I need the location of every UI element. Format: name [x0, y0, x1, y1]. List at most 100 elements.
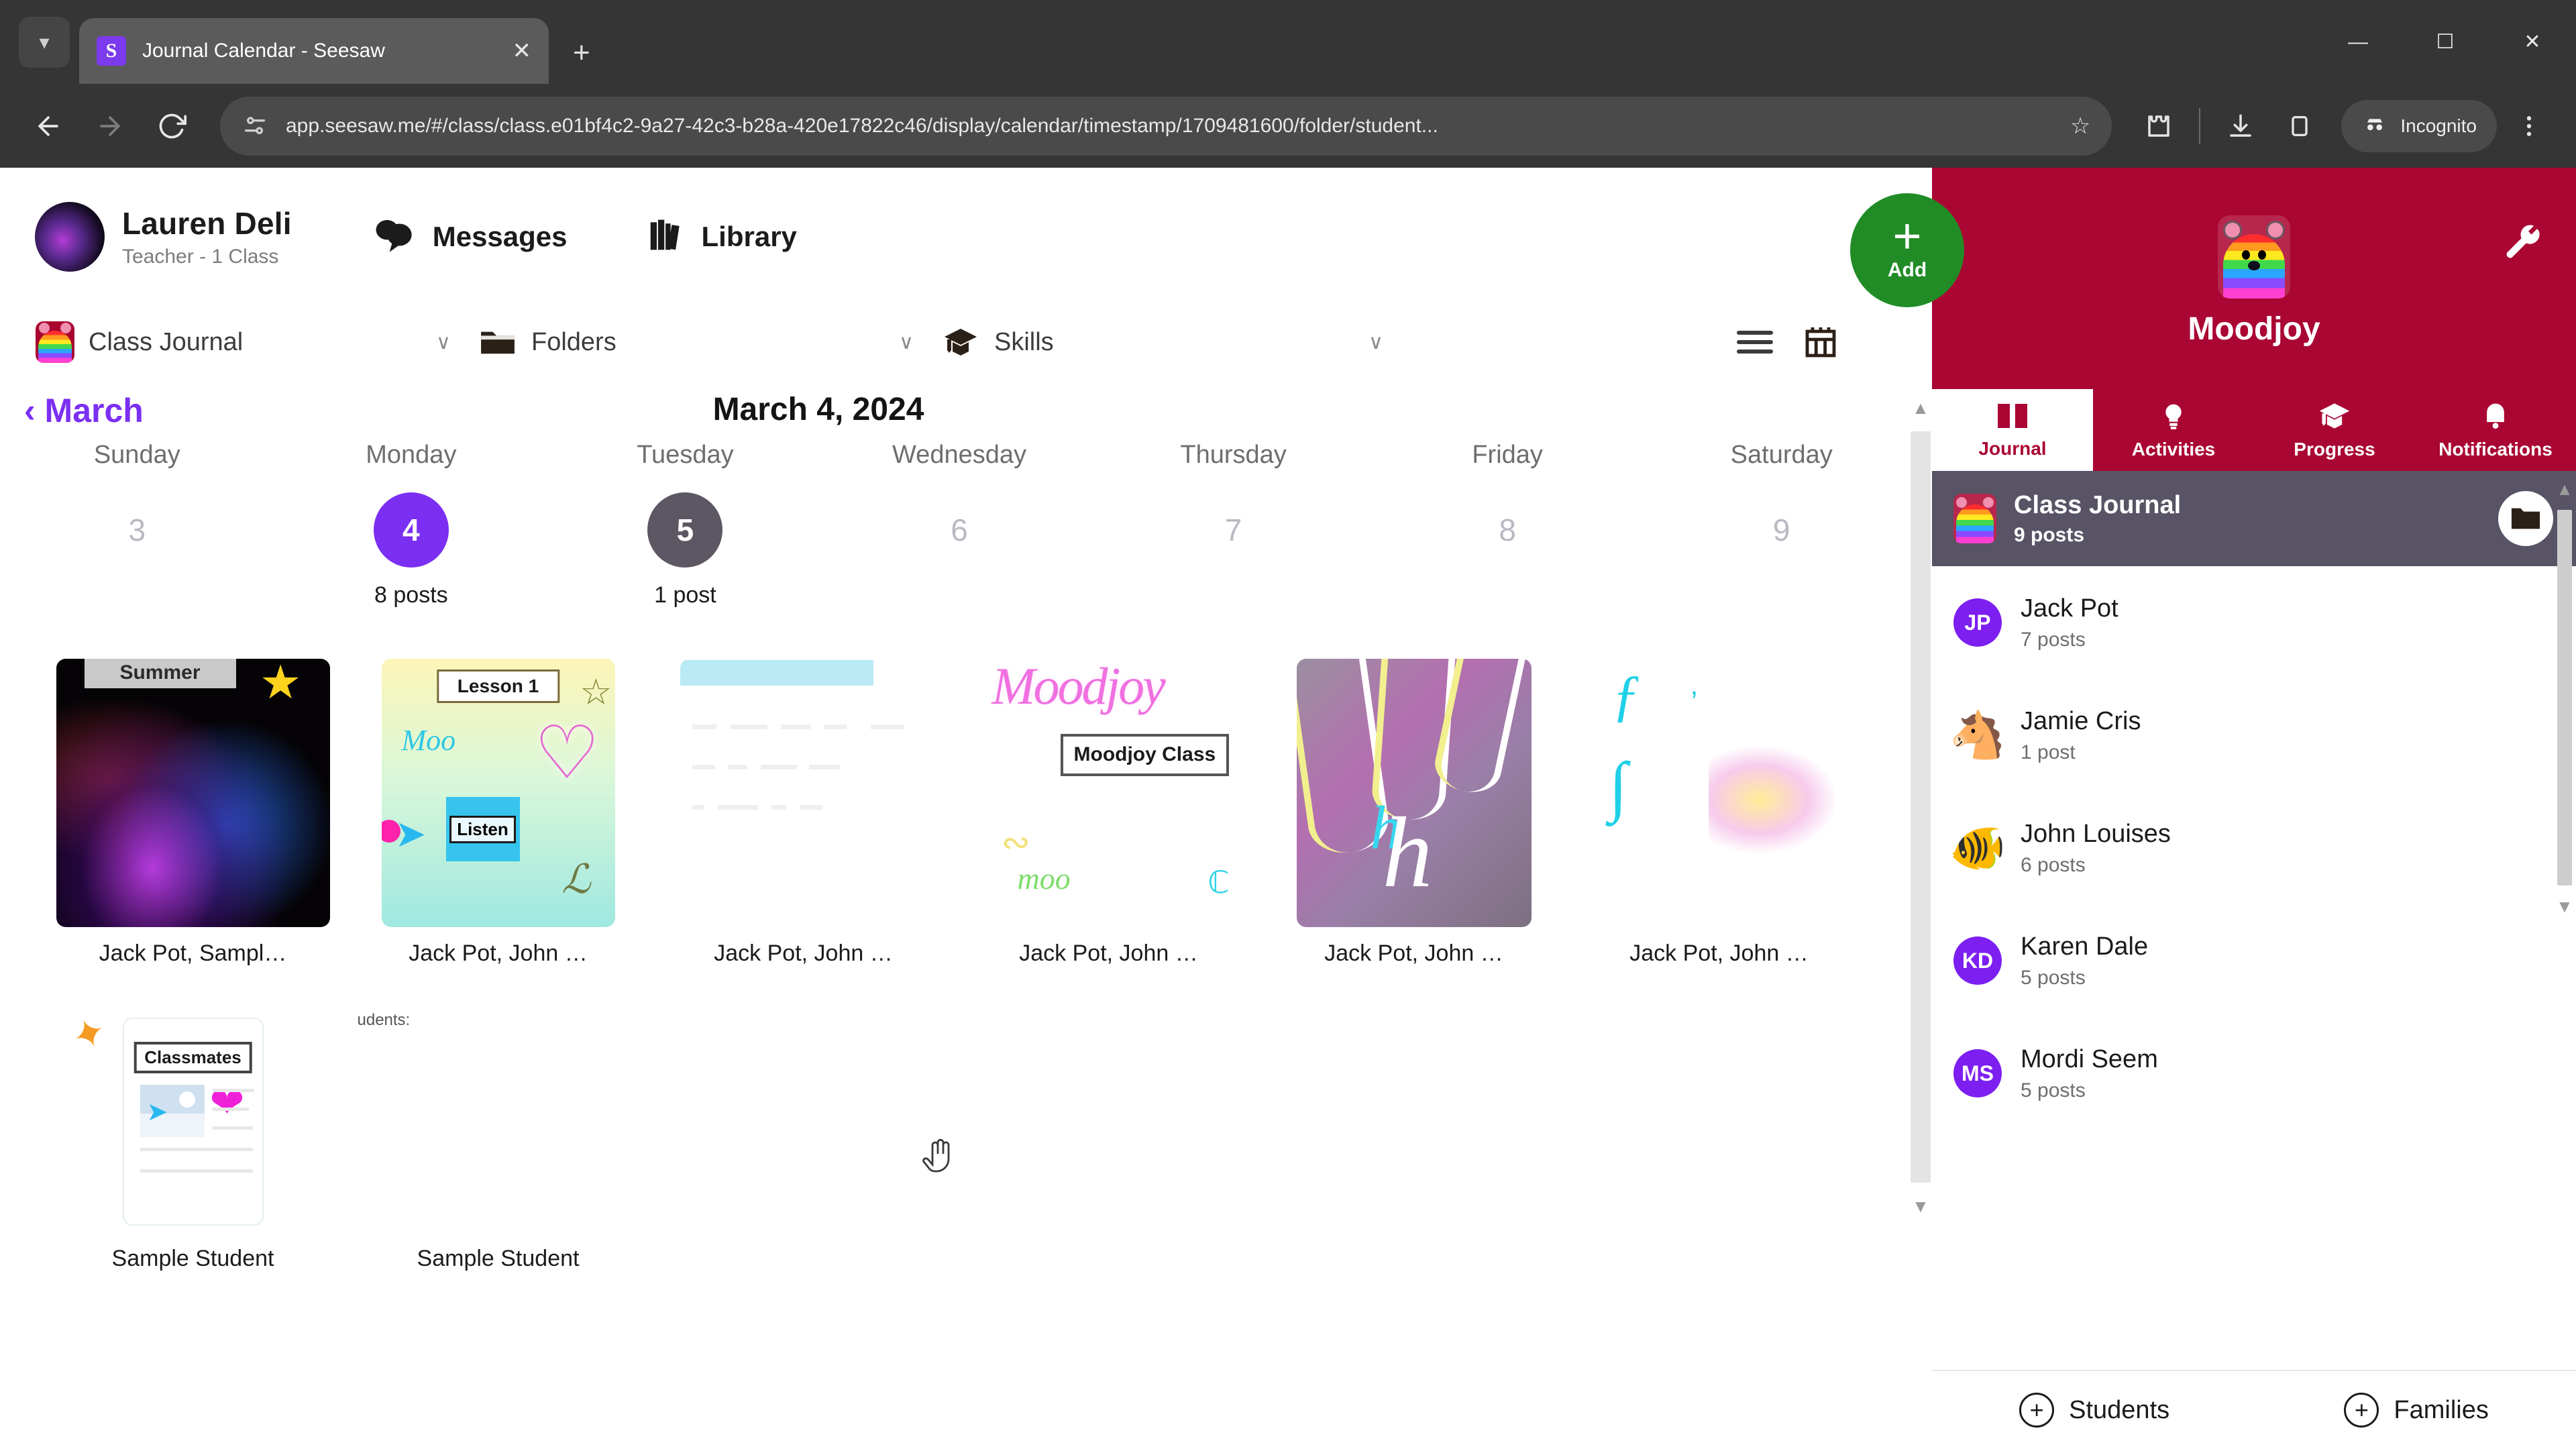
close-icon[interactable]: ✕: [513, 40, 532, 62]
post-card[interactable]: Classmates ➤ ❤ ✦ Sample Student: [40, 1007, 345, 1272]
scroll-up-arrow-icon[interactable]: ▲: [1912, 399, 1929, 417]
calendar-day[interactable]: 6: [822, 492, 1097, 612]
address-bar[interactable]: app.seesaw.me/#/class/class.e01bf4c2-9a2…: [220, 96, 2112, 156]
post-thumbnail[interactable]: [680, 659, 927, 927]
view-toggle-group: [1734, 321, 1932, 363]
list-item[interactable]: 🐴 Jamie Cris 1 post: [1932, 679, 2576, 792]
teacher-info[interactable]: Lauren Deli Teacher - 1 Class: [122, 205, 292, 268]
filter-folders[interactable]: Folders ∨: [478, 305, 941, 379]
library-link[interactable]: Library: [648, 217, 797, 256]
downloads-icon[interactable]: [2214, 99, 2267, 153]
post-card[interactable]: udents: Sample Student: [345, 1011, 651, 1272]
incognito-indicator[interactable]: Incognito: [2341, 99, 2497, 152]
post-card[interactable]: Moodjoy Moodjoy Class ∾ moo ℂ Jack Pot, …: [956, 659, 1261, 967]
list-view-icon[interactable]: [1734, 321, 1776, 363]
scrollbar-thumb[interactable]: [2557, 510, 2572, 885]
messages-link[interactable]: Messages: [372, 216, 568, 257]
scroll-down-arrow-icon[interactable]: ▼: [2556, 898, 2573, 915]
tab-progress[interactable]: Progress: [2254, 389, 2415, 471]
post-thumbnail[interactable]: Moodjoy Moodjoy Class ∾ moo ℂ: [985, 659, 1232, 927]
day-number[interactable]: 5: [647, 492, 723, 568]
calendar-day[interactable]: 7: [1096, 492, 1371, 612]
window-close-icon[interactable]: ✕: [2489, 0, 2576, 84]
chevron-down-icon[interactable]: ∨: [436, 331, 451, 354]
doc-line: [760, 765, 797, 769]
post-thumbnail[interactable]: Lesson 1 ☆ Moo ♡ ➤ Listen ℒ: [381, 659, 615, 927]
add-students-button[interactable]: + Students: [2019, 1393, 2169, 1428]
main-scrollbar[interactable]: ▲ ▼: [1909, 399, 1932, 1449]
tab-activities[interactable]: Activities: [2093, 389, 2254, 471]
list-item[interactable]: KD Karen Dale 5 posts: [1932, 904, 2576, 1017]
add-button[interactable]: + Add: [1850, 193, 1964, 307]
avatar: MS: [1953, 1049, 2002, 1097]
post-thumbnail[interactable]: Classmates ➤ ❤: [122, 1018, 264, 1226]
maximize-icon[interactable]: ☐: [2402, 0, 2489, 84]
reload-icon[interactable]: [144, 98, 200, 154]
site-settings-icon[interactable]: [241, 113, 268, 140]
day-number[interactable]: 4: [373, 492, 449, 568]
wrench-icon[interactable]: [2504, 223, 2545, 268]
graduation-skills-icon: [941, 322, 981, 362]
post-card[interactable]: Lesson 1 ☆ Moo ♡ ➤ Listen ℒ Jack Pot, Jo…: [345, 659, 651, 967]
post-card[interactable]: Summer ★ Jack Pot, Sampl…: [40, 659, 345, 967]
tab-journal[interactable]: Journal: [1932, 389, 2093, 471]
calendar-day[interactable]: 8: [1371, 492, 1645, 612]
doc-header-bar: [680, 660, 873, 686]
post-card[interactable]: Jack Pot, John …: [651, 659, 956, 967]
calendar-day[interactable]: 4 8 posts: [274, 492, 549, 612]
doc-line: [692, 724, 716, 729]
chevron-down-icon[interactable]: ∨: [1368, 331, 1383, 354]
add-families-button[interactable]: + Families: [2344, 1393, 2489, 1428]
tab-search-button[interactable]: ▾: [19, 17, 70, 68]
class-sidebar: + Add Moodjoy Journal Activities Progres…: [1850, 168, 2576, 1449]
sidebar-tabs: Journal Activities Progress Notification…: [1932, 389, 2576, 471]
forward-icon[interactable]: [82, 98, 138, 154]
minimize-icon[interactable]: —: [2314, 0, 2402, 84]
folder-icon[interactable]: [2498, 491, 2553, 546]
class-journal-row[interactable]: Class Journal 9 posts: [1932, 471, 2576, 566]
browser-chrome: ▾ S Journal Calendar - Seesaw ✕ + — ☐ ✕ …: [0, 0, 2576, 168]
avatar[interactable]: [35, 201, 105, 272]
day-number[interactable]: 8: [1470, 492, 1545, 568]
extensions-icon[interactable]: [2132, 99, 2186, 153]
post-thumbnail[interactable]: Summer ★: [56, 659, 330, 927]
back-icon[interactable]: [20, 98, 76, 154]
new-tab-button[interactable]: +: [573, 38, 590, 68]
tab-notifications[interactable]: Notifications: [2415, 389, 2576, 471]
list-item[interactable]: MS Mordi Seem 5 posts: [1932, 1017, 2576, 1130]
calendar-day[interactable]: 3: [0, 492, 274, 612]
bookmark-star-icon[interactable]: ☆: [2070, 113, 2090, 140]
post-caption: Jack Pot, John …: [1019, 941, 1198, 966]
doc-line: [692, 805, 704, 810]
list-item[interactable]: 🐠 John Louises 6 posts: [1932, 792, 2576, 904]
class-bear-avatar[interactable]: [2218, 215, 2290, 299]
day-number[interactable]: 9: [1744, 492, 1819, 568]
add-families-label: Families: [2394, 1395, 2489, 1424]
books-icon: [648, 217, 686, 256]
three-dot-menu-icon[interactable]: [2502, 99, 2556, 153]
previous-month-button[interactable]: ‹ March: [0, 391, 144, 430]
calendar-view-icon[interactable]: [1800, 321, 1841, 363]
filter-class-journal[interactable]: Class Journal ∨: [35, 305, 478, 379]
calendar-day[interactable]: 9: [1644, 492, 1919, 612]
day-number[interactable]: 3: [99, 492, 174, 568]
day-number[interactable]: 7: [1196, 492, 1271, 568]
main-panel: Lauren Deli Teacher - 1 Class Messages L…: [0, 168, 1932, 1449]
post-thumbnail[interactable]: h h: [1296, 659, 1532, 927]
scroll-up-arrow-icon[interactable]: ▲: [2556, 480, 2573, 498]
calendar-day[interactable]: 5 1 post: [548, 492, 822, 612]
plus-circle-icon: +: [2344, 1393, 2379, 1428]
list-item[interactable]: JP Jack Pot 7 posts: [1932, 566, 2576, 679]
browser-tab[interactable]: S Journal Calendar - Seesaw ✕: [79, 18, 549, 84]
filter-skills-label: Skills: [994, 327, 1054, 356]
post-card[interactable]: ƒ ’ ∫ Jack Pot, John …: [1566, 659, 1872, 967]
chevron-down-icon[interactable]: ∨: [899, 331, 914, 354]
day-number[interactable]: 6: [922, 492, 997, 568]
side-panel-icon[interactable]: [2273, 99, 2326, 153]
filter-skills[interactable]: Skills ∨: [941, 305, 1410, 379]
scroll-down-arrow-icon[interactable]: ▼: [1912, 1197, 1929, 1215]
scrollbar-thumb[interactable]: [1911, 431, 1931, 1183]
post-thumbnail[interactable]: ƒ ’ ∫: [1595, 659, 1843, 927]
post-card[interactable]: h h Jack Pot, John …: [1261, 659, 1566, 967]
sidebar-scrollbar[interactable]: ▲ ▼: [2556, 480, 2573, 1363]
